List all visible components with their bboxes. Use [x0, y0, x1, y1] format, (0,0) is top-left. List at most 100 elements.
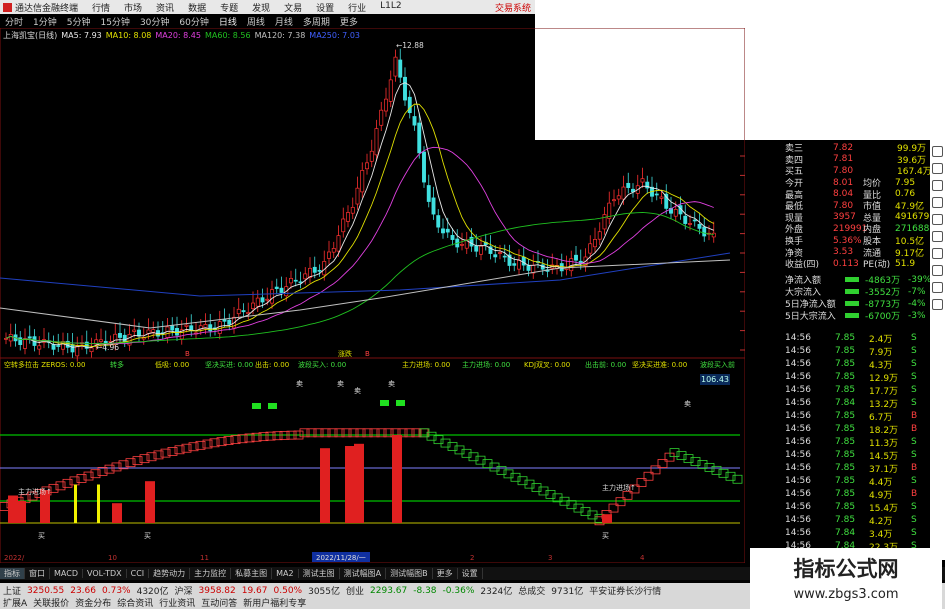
menu-item[interactable]: 资讯: [156, 1, 174, 14]
menu-item[interactable]: 文易: [284, 1, 302, 14]
minus-icon[interactable]: [932, 163, 943, 174]
tick-time: 14:56: [785, 437, 811, 447]
candle-body: [208, 324, 213, 332]
candle-body: [388, 79, 393, 102]
index-item[interactable]: 总成交: [518, 584, 545, 597]
menu-item[interactable]: 市场: [124, 1, 142, 14]
step-box: [461, 448, 472, 458]
candle-body: [384, 98, 388, 112]
step-box: [517, 476, 528, 486]
index-item[interactable]: -0.36%: [443, 586, 475, 596]
quick-link[interactable]: 资金分布: [75, 596, 111, 609]
candle-body: [279, 287, 284, 293]
bell-icon[interactable]: [932, 282, 943, 293]
step-box: [566, 500, 577, 510]
menu-item[interactable]: 发现: [252, 1, 270, 14]
indicator-tab[interactable]: MA2: [272, 569, 299, 578]
menu-item[interactable]: 数据: [188, 1, 206, 14]
trade-system-link[interactable]: 交易系统: [495, 1, 531, 14]
quick-link[interactable]: 行业资讯: [159, 596, 195, 609]
timeframe-tab[interactable]: 30分钟: [140, 15, 169, 28]
candle-body: [37, 345, 42, 350]
timeframe-tab[interactable]: 多周期: [303, 15, 330, 28]
quick-link[interactable]: 扩展A: [3, 596, 27, 609]
candle-body: [412, 116, 417, 126]
chart-frame: [0, 28, 745, 563]
quote-value: 51.9: [895, 258, 916, 269]
index-item[interactable]: 23.66: [70, 586, 96, 596]
candle-body: [426, 185, 431, 202]
quick-link[interactable]: 新用户福利专享: [243, 596, 306, 609]
index-item[interactable]: 创业: [346, 584, 364, 597]
indicator-tab[interactable]: 测试幅图B: [386, 568, 433, 579]
index-item[interactable]: 9731亿: [551, 584, 583, 597]
star-icon[interactable]: [932, 265, 943, 276]
index-item[interactable]: 2324亿: [480, 584, 512, 597]
indicator-tab[interactable]: 更多: [433, 568, 458, 579]
index-item[interactable]: -8.38: [413, 586, 436, 596]
flow-label: 5日大宗流入: [785, 312, 836, 323]
indicator-tab[interactable]: CCI: [127, 569, 150, 578]
menu-item[interactable]: 专题: [220, 1, 238, 14]
timeframe-tab[interactable]: 日线: [219, 15, 237, 28]
tick-side: S: [911, 437, 917, 447]
timeframe-tab[interactable]: 5分钟: [67, 15, 91, 28]
more-icon[interactable]: [932, 299, 943, 310]
chart-area[interactable]: 10.009.509.008.508.007.507.006.506.005.5…: [0, 28, 745, 563]
candle-body: [393, 56, 398, 77]
candle-body: [683, 215, 688, 224]
plus-icon[interactable]: [932, 146, 943, 157]
indicator-tab[interactable]: 设置: [458, 568, 483, 579]
tick-row: 14:56 7.85 17.7万 S: [745, 384, 945, 397]
index-item[interactable]: 3958.82: [199, 586, 236, 596]
candle-body: [265, 298, 270, 301]
indicator-legend: 空转多拉击 ZEROS: 0.00: [4, 360, 85, 369]
indicator-legend: 波段买入前: [700, 360, 735, 369]
step-box: [69, 476, 80, 486]
tick-price: 7.85: [835, 437, 856, 447]
tick-side: S: [911, 385, 917, 395]
timeframe-tab[interactable]: 60分钟: [179, 15, 208, 28]
info-icon[interactable]: [932, 214, 943, 225]
timeframe-tab[interactable]: 分时: [5, 15, 23, 28]
indicator-tab[interactable]: 私募主图: [231, 568, 273, 579]
step-box: [608, 503, 619, 513]
timeframe-tab[interactable]: 周线: [247, 15, 265, 28]
timeframe-tab[interactable]: 月线: [275, 15, 293, 28]
indicator-tab[interactable]: 指标: [0, 568, 25, 579]
index-item[interactable]: 0.73%: [102, 586, 131, 596]
settings-icon[interactable]: [932, 231, 943, 242]
timeframe-tab[interactable]: 1分钟: [33, 15, 57, 28]
step-box: [454, 445, 465, 455]
grid-icon[interactable]: [932, 248, 943, 259]
timeframe-tab[interactable]: 15分钟: [100, 15, 129, 28]
quick-link[interactable]: 综合资讯: [117, 596, 153, 609]
index-item[interactable]: 19.67: [242, 586, 268, 596]
index-item[interactable]: 2293.67: [370, 586, 407, 596]
signal-bar: [112, 503, 122, 523]
candle-body: [56, 345, 61, 347]
indicator-tab[interactable]: 主力监控: [190, 568, 232, 579]
list-icon[interactable]: [932, 197, 943, 208]
menu-item[interactable]: 设置: [316, 1, 334, 14]
indicator-tab[interactable]: 测试主图: [299, 568, 340, 579]
chart-icon[interactable]: [932, 180, 943, 191]
menu-item[interactable]: 行情: [92, 1, 110, 14]
index-item[interactable]: 3250.55: [27, 586, 64, 596]
candle-body: [559, 263, 564, 272]
index-item[interactable]: 3055亿: [308, 584, 340, 597]
step-box: [622, 490, 633, 500]
indicator-tab[interactable]: 趋势动力: [149, 568, 191, 579]
menu-item[interactable]: 行业: [348, 1, 366, 14]
index-item[interactable]: 0.50%: [274, 586, 303, 596]
timeframe-tab[interactable]: 更多: [340, 15, 358, 28]
step-box: [664, 452, 675, 462]
indicator-tab[interactable]: VOL-TDX: [83, 569, 127, 578]
indicator-tab[interactable]: 测试幅图A: [340, 568, 387, 579]
indicator-tab[interactable]: MACD: [50, 569, 83, 578]
indicator-tab[interactable]: 窗口: [25, 568, 50, 579]
menu-item[interactable]: L1L2: [380, 1, 401, 14]
quick-link[interactable]: 关联报价: [33, 596, 69, 609]
quick-link[interactable]: 互动问答: [201, 596, 237, 609]
index-item[interactable]: 平安证券长沙行情: [589, 584, 661, 597]
